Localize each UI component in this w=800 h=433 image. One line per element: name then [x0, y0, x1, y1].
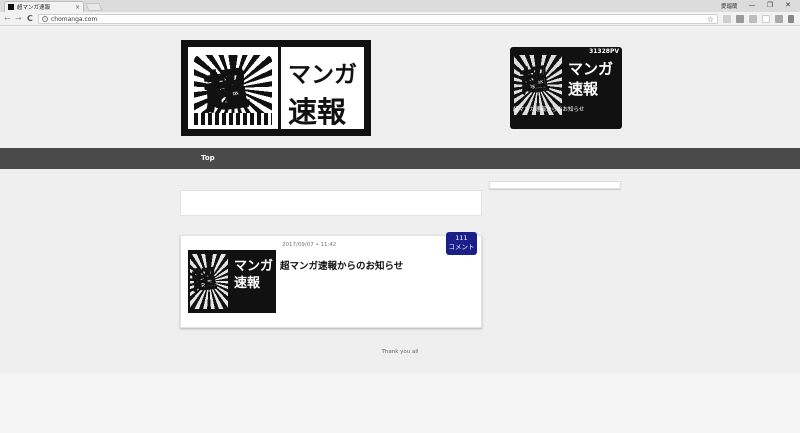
info-icon[interactable]: i — [42, 16, 48, 22]
comment-count-badge[interactable]: 111 コメント — [446, 232, 477, 255]
site-logo[interactable]: 超 マンガ 速報 — [181, 40, 371, 136]
tab-bar: 超マンガ速報 × 愛瑠蘭 — ❐ ✕ — [0, 0, 800, 12]
article-date: 2017/09/07 — [282, 242, 314, 248]
page: 超 マンガ 速報 超 マンガ 速報 31328PV 超マンガ速報からのお知らせ … — [0, 27, 800, 433]
page-upper: 超 マンガ 速報 超 マンガ 速報 31328PV 超マンガ速報からのお知らせ … — [0, 27, 800, 374]
forward-button[interactable]: → — [15, 14, 22, 23]
url-text[interactable]: chomanga.com — [51, 16, 707, 23]
download-icon[interactable] — [736, 15, 744, 23]
counter-line1: マンガ — [568, 60, 614, 78]
global-nav: Top — [0, 148, 800, 169]
sidebar-box — [489, 181, 621, 189]
thumb-line2: 速報 — [234, 276, 261, 291]
star-icon[interactable]: ☆ — [707, 15, 714, 24]
counter-caption: 超マンガ速報からのお知らせ — [513, 107, 585, 113]
pv-counter-widget[interactable]: 超 マンガ 速報 31328PV 超マンガ速報からのお知らせ — [510, 47, 622, 129]
article-time: 11:42 — [320, 242, 337, 248]
print-icon[interactable] — [749, 15, 757, 23]
footer-message: Thank you all — [381, 349, 419, 355]
browser-toolbar: ← → C i chomanga.com ☆ — [0, 12, 800, 26]
tab-title: 超マンガ速報 — [17, 5, 51, 11]
menu-icon[interactable] — [788, 15, 794, 23]
comment-label: コメント — [448, 243, 475, 251]
pv-count: 31328PV — [589, 48, 619, 55]
blank-extension-icon[interactable] — [762, 15, 770, 23]
reload-button[interactable]: C — [27, 14, 33, 23]
counter-big-char: 超 — [518, 62, 551, 100]
article-thumbnail[interactable]: 超 マンガ 速報 — [188, 250, 276, 313]
logo-big-char: 超 — [200, 62, 250, 118]
back-button[interactable]: ← — [4, 14, 11, 23]
profile-name[interactable]: 愛瑠蘭 — [721, 2, 738, 10]
article-title-link[interactable]: 超マンガ速報からのお知らせ — [280, 258, 403, 272]
extension-icon[interactable] — [723, 15, 731, 23]
nav-top-link[interactable]: Top — [201, 154, 215, 162]
logo-line2: 速報 — [288, 95, 347, 129]
article-meta: 2017/09/07 • 11:42 — [282, 242, 336, 248]
empty-content-box — [180, 190, 482, 216]
new-tab-button[interactable] — [85, 3, 103, 11]
logo-line1: マンガ — [288, 62, 357, 88]
article-card[interactable]: 超 マンガ 速報 2017/09/07 • 11:42 超マンガ速報からのお知ら… — [180, 232, 482, 328]
favicon-icon — [8, 4, 14, 10]
thumb-big-char: 超 — [190, 264, 219, 296]
comment-count: 111 — [455, 234, 468, 242]
meta-separator: • — [315, 242, 319, 248]
tab-close-icon[interactable]: × — [75, 4, 80, 11]
thumb-line1: マンガ — [234, 259, 274, 274]
browser-tab[interactable]: 超マンガ速報 × — [4, 1, 84, 12]
extension-icon-2[interactable] — [775, 15, 783, 23]
address-bar[interactable]: i chomanga.com ☆ — [38, 14, 718, 24]
close-button[interactable]: ✕ — [777, 1, 799, 9]
counter-line2: 速報 — [568, 80, 599, 98]
